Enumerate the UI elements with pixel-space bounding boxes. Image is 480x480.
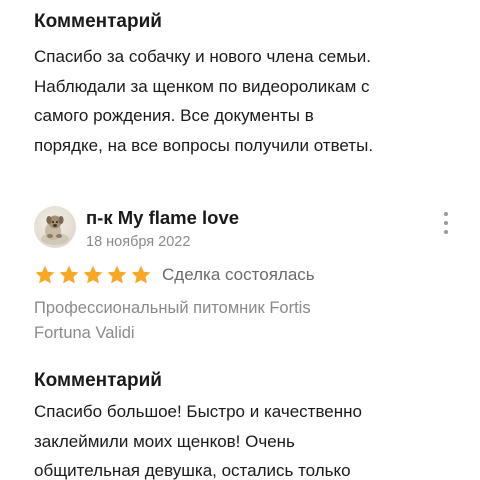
rating-row: Сделка состоялась (34, 263, 315, 287)
comment-text: Спасибо большое! Быстро и качественно за… (34, 397, 464, 480)
comment-text: Спасибо за собачку и нового члена семьи.… (34, 42, 464, 160)
deal-status: Сделка состоялась (162, 265, 315, 284)
kennel-line: Профессиональный питомник Fortis (34, 299, 311, 317)
comment-line: Наблюдали за щенком по видеороликам с (34, 76, 370, 96)
more-vertical-icon[interactable] (438, 210, 454, 236)
comment-title: Комментарий (34, 11, 162, 32)
rating-stars (34, 264, 154, 286)
star-icon (59, 265, 79, 284)
dog-photo-icon (41, 215, 69, 245)
comment-line: Спасибо большое! Быстро и качественно (34, 402, 362, 421)
comment-line: самого рождения. Все документы в (34, 106, 314, 125)
star-icon (131, 265, 151, 284)
reviews-page: Комментарий Спасибо за собачку и нового … (0, 0, 480, 480)
comment-line: Спасибо за собачку и нового члена семьи. (34, 47, 371, 66)
star-icon (83, 265, 103, 284)
comment-title: Комментарий (34, 370, 162, 391)
review-date: 18 ноября 2022 (86, 234, 191, 250)
star-icon (107, 265, 127, 284)
comment-line: заклеймили моих щенков! Очень (34, 431, 295, 451)
avatar[interactable] (34, 206, 76, 248)
comment-line: порядке, на все вопросы получили ответы. (34, 135, 374, 155)
kennel-name[interactable]: Профессиональный питомник Fortis Fortuna… (34, 296, 454, 346)
reviewer-name[interactable]: п-к My flame love (86, 207, 239, 229)
kennel-line: Fortuna Validi (34, 324, 135, 342)
star-icon (35, 265, 55, 284)
review-header: п-к My flame love 18 ноября 2022 (34, 204, 454, 254)
comment-line: общительная девушка, остались только (34, 461, 351, 480)
